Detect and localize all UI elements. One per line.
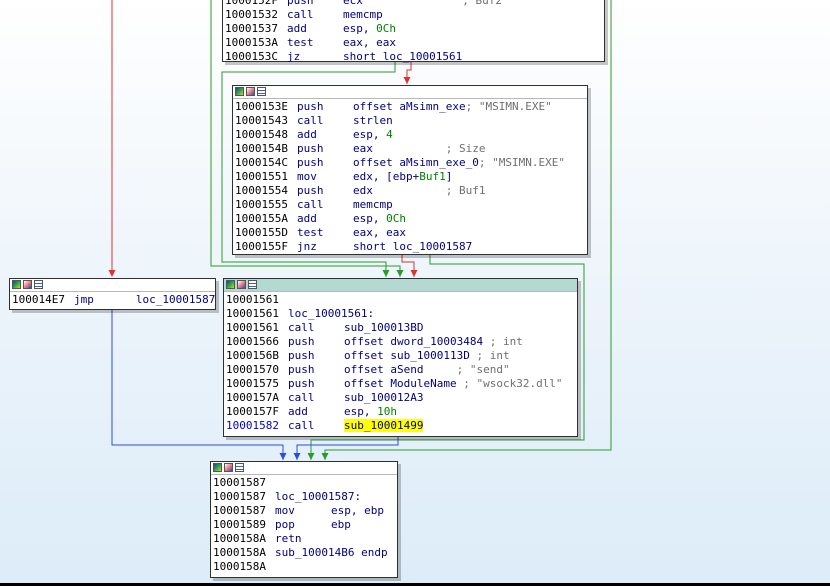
node-header: [233, 86, 587, 99]
instr-line[interactable]: 10001561 call sub_100013BD: [226, 321, 577, 335]
instr-line[interactable]: 10001532 call memcmp: [225, 8, 604, 22]
instr-line[interactable]: 10001561: [226, 293, 577, 307]
instr-line[interactable]: 10001587: [213, 476, 397, 490]
graph-node-icon[interactable]: [237, 280, 246, 289]
instr-line[interactable]: 10001575 push offset ModuleName ; "wsock32…: [226, 377, 577, 391]
node-loc-10001587[interactable]: 10001587 10001587 loc_10001587: 10001587 m…: [210, 461, 398, 578]
instr-line-cut: 1000152F push ecx ; Buf2: [225, 0, 502, 7]
node-header: [211, 462, 397, 475]
instr-line[interactable]: 1000155D test eax, eax: [235, 226, 587, 240]
text-view-icon[interactable]: [248, 280, 257, 289]
instr-line[interactable]: 1000158A sub_100014B6 endp: [213, 546, 397, 560]
edge-arrow: [307, 453, 315, 460]
instr-line-current[interactable]: 10001582 call sub_10001499: [226, 419, 577, 433]
instr-line[interactable]: 10001555 call memcmp: [235, 198, 587, 212]
instr-line[interactable]: 10001554 push edx ; Buf1: [235, 184, 587, 198]
node-loc1587-lines: 10001587 10001587 loc_10001587: 10001587 m…: [211, 475, 397, 575]
instr-line[interactable]: 10001587 loc_10001587:: [213, 490, 397, 504]
text-view-icon[interactable]: [34, 280, 43, 289]
node-jmp[interactable]: 100014E7 jmp loc_10001587: [9, 278, 216, 310]
edge-arrow: [382, 270, 390, 277]
instr-line[interactable]: 10001548 add esp, 4: [235, 128, 587, 142]
edge-arrow: [403, 77, 411, 84]
node-top[interactable]: 1000152F push ecx ; Buf2 10001532 call memcm…: [222, 0, 605, 65]
instr-line[interactable]: 10001587 mov esp, ebp: [213, 504, 397, 518]
instr-line[interactable]: 1000155A add esp, 0Ch: [235, 212, 587, 226]
instr-line[interactable]: 1000157F add esp, 10h: [226, 405, 577, 419]
edge-arrow: [396, 270, 404, 277]
instr-line[interactable]: 10001561 loc_10001561:: [226, 307, 577, 321]
instr-line[interactable]: 1000153E push offset aMsimn_exe; "MSIMN.EX…: [235, 100, 587, 114]
graph-color-icon[interactable]: [12, 280, 21, 289]
instr-line[interactable]: 1000153A test eax, eax: [225, 36, 604, 50]
text-view-icon[interactable]: [235, 463, 244, 472]
instr-line[interactable]: 10001589 pop ebp: [213, 518, 397, 532]
node-header-selected: [224, 279, 577, 292]
instr-line[interactable]: 1000155F jnz short loc_10001587: [235, 240, 587, 254]
graph-color-icon[interactable]: [213, 463, 222, 472]
edge-arrow: [108, 270, 116, 277]
text-view-icon[interactable]: [257, 87, 266, 96]
instr-line[interactable]: 1000153C jz short loc_10001561: [225, 50, 604, 64]
graph-node-icon[interactable]: [224, 463, 233, 472]
edge-arrow: [321, 453, 329, 460]
instr-line[interactable]: 100014E7 jmp loc_10001587: [12, 293, 215, 307]
node-jmp-lines: 100014E7 jmp loc_10001587: [10, 292, 215, 308]
node-loc-10001561[interactable]: 10001561 10001561 loc_10001561: 10001561 c…: [223, 278, 578, 437]
instr-line[interactable]: 10001543 call strlen: [235, 114, 587, 128]
instr-line[interactable]: 10001537 add esp, 0Ch: [225, 22, 604, 36]
graph-node-icon[interactable]: [246, 87, 255, 96]
instr-line[interactable]: 1000157A call sub_100012A3: [226, 391, 577, 405]
instr-line[interactable]: 10001570 push offset aSend ; "send": [226, 363, 577, 377]
instr-line[interactable]: 1000156B push offset sub_1000113D ; int: [226, 349, 577, 363]
instr-line[interactable]: 1000154B push eax ; Size: [235, 142, 587, 156]
graph-color-icon[interactable]: [226, 280, 235, 289]
instr-line[interactable]: 1000158A retn: [213, 532, 397, 546]
highlighted-token: sub: [344, 419, 364, 432]
edge-arrow: [293, 453, 301, 460]
instr-line[interactable]: 1000158A: [213, 560, 397, 574]
graph-node-icon[interactable]: [23, 280, 32, 289]
instr-line[interactable]: 10001551 mov edx, [ebp+Buf1]: [235, 170, 587, 184]
node-msimn-check[interactable]: 1000153E push offset aMsimn_exe; "MSIMN.EX…: [232, 85, 588, 255]
node-msimn-lines: 1000153E push offset aMsimn_exe; "MSIMN.EX…: [233, 99, 587, 255]
edge-arrow: [279, 453, 287, 460]
instr-line[interactable]: 1000154C push offset aMsimn_exe_0; "MSIMN.…: [235, 156, 587, 170]
node-top-lines: 1000152F push ecx ; Buf2 10001532 call memcm…: [223, 0, 604, 65]
instr-line[interactable]: 10001566 push offset dword_10003484 ; int: [226, 335, 577, 349]
edge-arrow: [410, 270, 418, 277]
node-loc1561-lines: 10001561 10001561 loc_10001561: 10001561 c…: [224, 292, 577, 434]
node-header: [10, 279, 215, 292]
graph-color-icon[interactable]: [235, 87, 244, 96]
